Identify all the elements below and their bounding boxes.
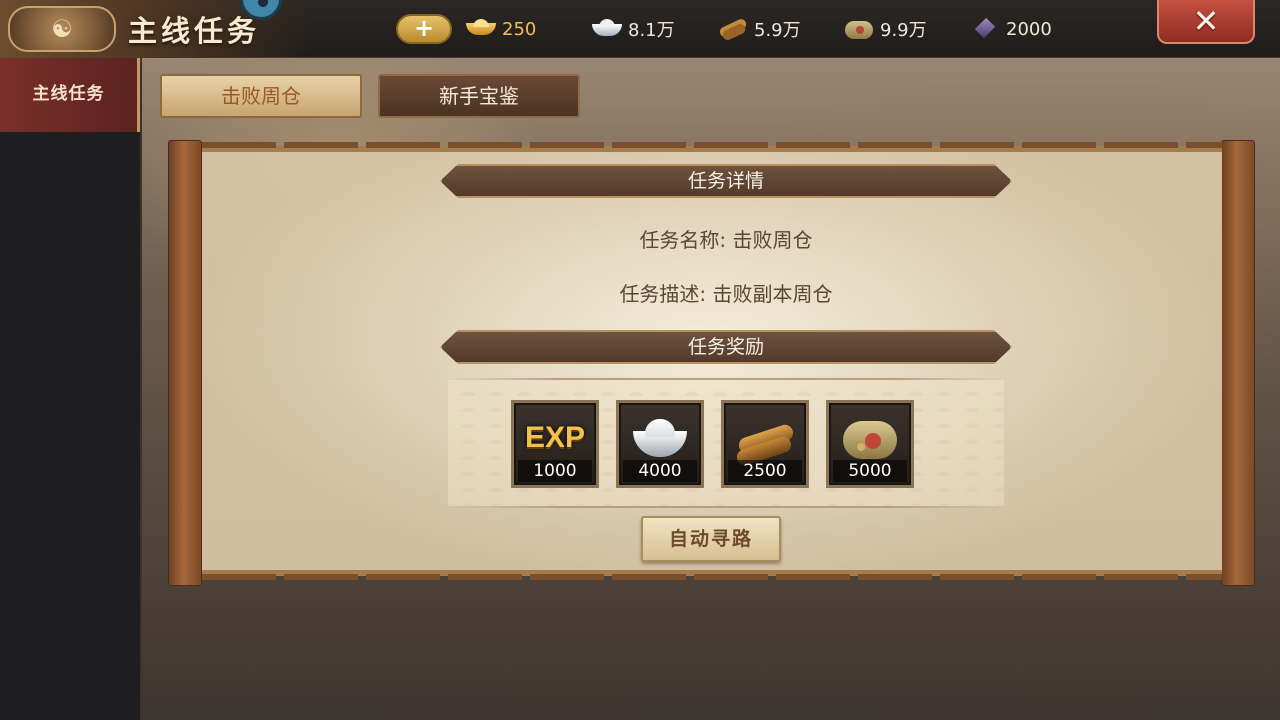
- reward-slot-grain[interactable]: 5000: [826, 400, 914, 488]
- quest-name-line: 任务名称: 击败周仓: [440, 224, 1012, 253]
- reward-slot-exp[interactable]: EXP 1000: [511, 400, 599, 488]
- add-currency-button[interactable]: +: [396, 14, 452, 44]
- wood-resource: 5.9万: [716, 16, 801, 42]
- quest-desc-line: 任务描述: 击败副本周仓: [440, 278, 1012, 307]
- auto-pathfind-button[interactable]: 自动寻路: [641, 516, 781, 562]
- sidebar: 主线任务: [0, 58, 142, 720]
- page-title: 主线任务: [128, 14, 261, 48]
- quest-desc-label: 任务描述:: [619, 282, 707, 306]
- grain-value: 9.9万: [880, 20, 927, 41]
- exp-icon: EXP: [524, 421, 586, 454]
- reward-count: 4000: [623, 460, 697, 482]
- wood-logs-icon: [734, 415, 796, 463]
- gold-ingot-icon: [464, 17, 498, 41]
- gem-icon: [968, 17, 1002, 41]
- reward-count: 1000: [518, 460, 592, 482]
- gold-value: 250: [502, 18, 537, 40]
- reward-count: 5000: [833, 460, 907, 482]
- silver-resource: 8.1万: [590, 16, 675, 42]
- grain-sack-icon: [839, 415, 901, 463]
- close-icon: ✕: [1192, 2, 1220, 40]
- scroll-rod-left: [168, 140, 202, 586]
- tab-label: 新手宝鉴: [439, 84, 519, 108]
- reward-count: 2500: [728, 460, 802, 482]
- wood-logs-icon: [716, 17, 750, 41]
- divider: [448, 378, 1004, 380]
- tab-defeat-zhoucang[interactable]: 击败周仓: [160, 74, 362, 118]
- divider: [448, 506, 1004, 508]
- silver-ingot-icon: [629, 415, 691, 463]
- reward-slot-wood[interactable]: 2500: [721, 400, 809, 488]
- gold-resource: 250: [464, 16, 536, 42]
- quest-name-value: 击败周仓: [732, 228, 813, 252]
- gem-resource: 2000: [968, 16, 1052, 42]
- wood-value: 5.9万: [754, 20, 801, 41]
- silver-ingot-icon: [590, 17, 624, 41]
- dragon-emblem-icon: ☯: [8, 6, 116, 52]
- grain-resource: 9.9万: [842, 16, 927, 42]
- tab-label: 击败周仓: [221, 84, 301, 108]
- sidebar-item-label: 主线任务: [32, 84, 105, 104]
- grain-sack-icon: [842, 17, 876, 41]
- sidebar-item-main-quest[interactable]: 主线任务: [0, 58, 140, 132]
- tab-newbie-guide[interactable]: 新手宝鉴: [378, 74, 580, 118]
- gem-value: 2000: [1006, 18, 1052, 40]
- scroll-rod-right: [1221, 140, 1255, 586]
- quest-name-label: 任务名称:: [639, 228, 727, 252]
- reward-slot-silver[interactable]: 4000: [616, 400, 704, 488]
- top-bar: ☯ 主线任务 + 250 8.1万 5.9万 9.9万 2000 ✕: [0, 0, 1280, 58]
- auto-pathfind-label: 自动寻路: [668, 528, 753, 550]
- quest-desc-value: 击败副本周仓: [712, 282, 833, 306]
- close-button[interactable]: ✕: [1157, 0, 1255, 44]
- reward-heading: 任务奖励: [440, 330, 1012, 364]
- silver-value: 8.1万: [628, 20, 675, 41]
- detail-heading: 任务详情: [440, 164, 1012, 198]
